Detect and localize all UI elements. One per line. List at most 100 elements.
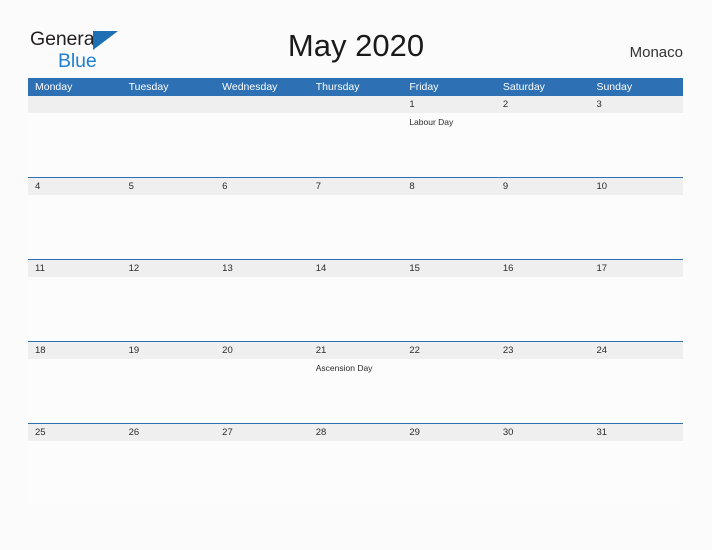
day-number[interactable]: 2 (496, 96, 590, 113)
day-number[interactable]: 25 (28, 424, 122, 441)
day-cell[interactable] (122, 113, 216, 177)
day-cell[interactable] (215, 359, 309, 423)
weekday-thursday: Thursday (315, 81, 360, 93)
day-number[interactable]: 29 (402, 424, 496, 441)
day-cell[interactable] (215, 441, 309, 505)
week-event-strip: Ascension Day (28, 359, 683, 423)
event-label: Labour Day (409, 117, 454, 127)
day-cell[interactable] (28, 359, 122, 423)
week-row: 18 19 20 21 22 23 24 Ascension Day (28, 341, 683, 423)
day-number[interactable]: 1 (402, 96, 496, 113)
day-number[interactable]: 24 (589, 342, 683, 359)
day-cell[interactable] (28, 113, 122, 177)
day-number[interactable]: 5 (122, 178, 216, 195)
day-number[interactable]: 23 (496, 342, 590, 359)
country-label: Monaco (629, 44, 683, 61)
week-date-strip: 25 26 27 28 29 30 31 (28, 423, 683, 441)
weekday-monday: Monday (35, 81, 73, 93)
day-cell[interactable] (122, 441, 216, 505)
week-row: 25 26 27 28 29 30 31 (28, 423, 683, 505)
week-date-strip: 18 19 20 21 22 23 24 (28, 341, 683, 359)
weekday-sunday: Sunday (596, 81, 633, 93)
weekday-header-row: Monday Tuesday Wednesday Thursday Friday… (28, 78, 683, 96)
day-number[interactable]: 17 (589, 260, 683, 277)
day-number[interactable] (122, 96, 216, 113)
day-number[interactable]: 31 (589, 424, 683, 441)
weekday-saturday: Saturday (502, 81, 545, 93)
day-cell[interactable] (122, 359, 216, 423)
day-number[interactable]: 3 (589, 96, 683, 113)
day-cell[interactable] (589, 195, 683, 259)
page-title: May 2020 (287, 28, 425, 63)
week-row: 1 2 3 Labour Day (28, 96, 683, 177)
day-cell[interactable] (215, 277, 309, 341)
day-number[interactable]: 22 (402, 342, 496, 359)
day-cell[interactable] (402, 359, 496, 423)
day-number[interactable]: 6 (215, 178, 309, 195)
day-number[interactable]: 14 (309, 260, 403, 277)
day-cell[interactable] (589, 277, 683, 341)
day-cell[interactable] (309, 195, 403, 259)
week-row: 4 5 6 7 8 9 10 (28, 177, 683, 259)
week-row: 11 12 13 14 15 16 17 (28, 259, 683, 341)
weekday-friday: Friday (409, 81, 439, 93)
day-number[interactable]: 20 (215, 342, 309, 359)
day-number[interactable]: 8 (402, 178, 496, 195)
day-cell[interactable] (402, 277, 496, 341)
day-number[interactable] (215, 96, 309, 113)
day-cell[interactable] (402, 195, 496, 259)
day-number[interactable]: 12 (122, 260, 216, 277)
day-number[interactable]: 28 (309, 424, 403, 441)
day-number[interactable]: 18 (28, 342, 122, 359)
day-cell[interactable] (28, 195, 122, 259)
weekday-tuesday: Tuesday (128, 81, 169, 93)
day-cell[interactable] (589, 113, 683, 177)
day-cell[interactable] (402, 441, 496, 505)
weekday-wednesday: Wednesday (222, 81, 278, 93)
week-date-strip: 4 5 6 7 8 9 10 (28, 177, 683, 195)
day-cell[interactable] (215, 113, 309, 177)
page-header: General Blue May 2020 Monaco (0, 0, 712, 78)
day-cell[interactable] (309, 277, 403, 341)
day-number[interactable]: 19 (122, 342, 216, 359)
day-number[interactable]: 21 (309, 342, 403, 359)
day-cell[interactable] (28, 441, 122, 505)
week-event-strip: Labour Day (28, 113, 683, 177)
day-number[interactable]: 7 (309, 178, 403, 195)
day-number[interactable] (28, 96, 122, 113)
day-number[interactable]: 4 (28, 178, 122, 195)
day-number[interactable]: 13 (215, 260, 309, 277)
day-cell[interactable] (215, 195, 309, 259)
week-event-strip (28, 441, 683, 505)
day-number[interactable]: 15 (402, 260, 496, 277)
day-number[interactable]: 11 (28, 260, 122, 277)
day-number[interactable]: 27 (215, 424, 309, 441)
day-cell[interactable] (309, 441, 403, 505)
day-cell[interactable]: Ascension Day (309, 359, 403, 423)
day-cell[interactable] (589, 441, 683, 505)
week-event-strip (28, 195, 683, 259)
day-cell[interactable] (28, 277, 122, 341)
day-cell[interactable] (122, 277, 216, 341)
week-date-strip: 11 12 13 14 15 16 17 (28, 259, 683, 277)
calendar-grid: Monday Tuesday Wednesday Thursday Friday… (28, 78, 683, 505)
day-cell[interactable] (496, 441, 590, 505)
day-cell[interactable] (496, 195, 590, 259)
day-cell[interactable] (122, 195, 216, 259)
day-cell[interactable] (496, 277, 590, 341)
day-cell[interactable] (589, 359, 683, 423)
event-label: Ascension Day (315, 363, 373, 373)
day-cell[interactable] (496, 113, 590, 177)
calendar-page: General Blue May 2020 Monaco Monday Tues… (0, 0, 712, 550)
day-cell[interactable]: Labour Day (402, 113, 496, 177)
day-cell[interactable] (496, 359, 590, 423)
week-date-strip: 1 2 3 (28, 96, 683, 113)
day-cell[interactable] (309, 113, 403, 177)
week-event-strip (28, 277, 683, 341)
day-number[interactable]: 16 (496, 260, 590, 277)
day-number[interactable]: 10 (589, 178, 683, 195)
day-number[interactable]: 26 (122, 424, 216, 441)
day-number[interactable]: 9 (496, 178, 590, 195)
day-number[interactable] (309, 96, 403, 113)
day-number[interactable]: 30 (496, 424, 590, 441)
